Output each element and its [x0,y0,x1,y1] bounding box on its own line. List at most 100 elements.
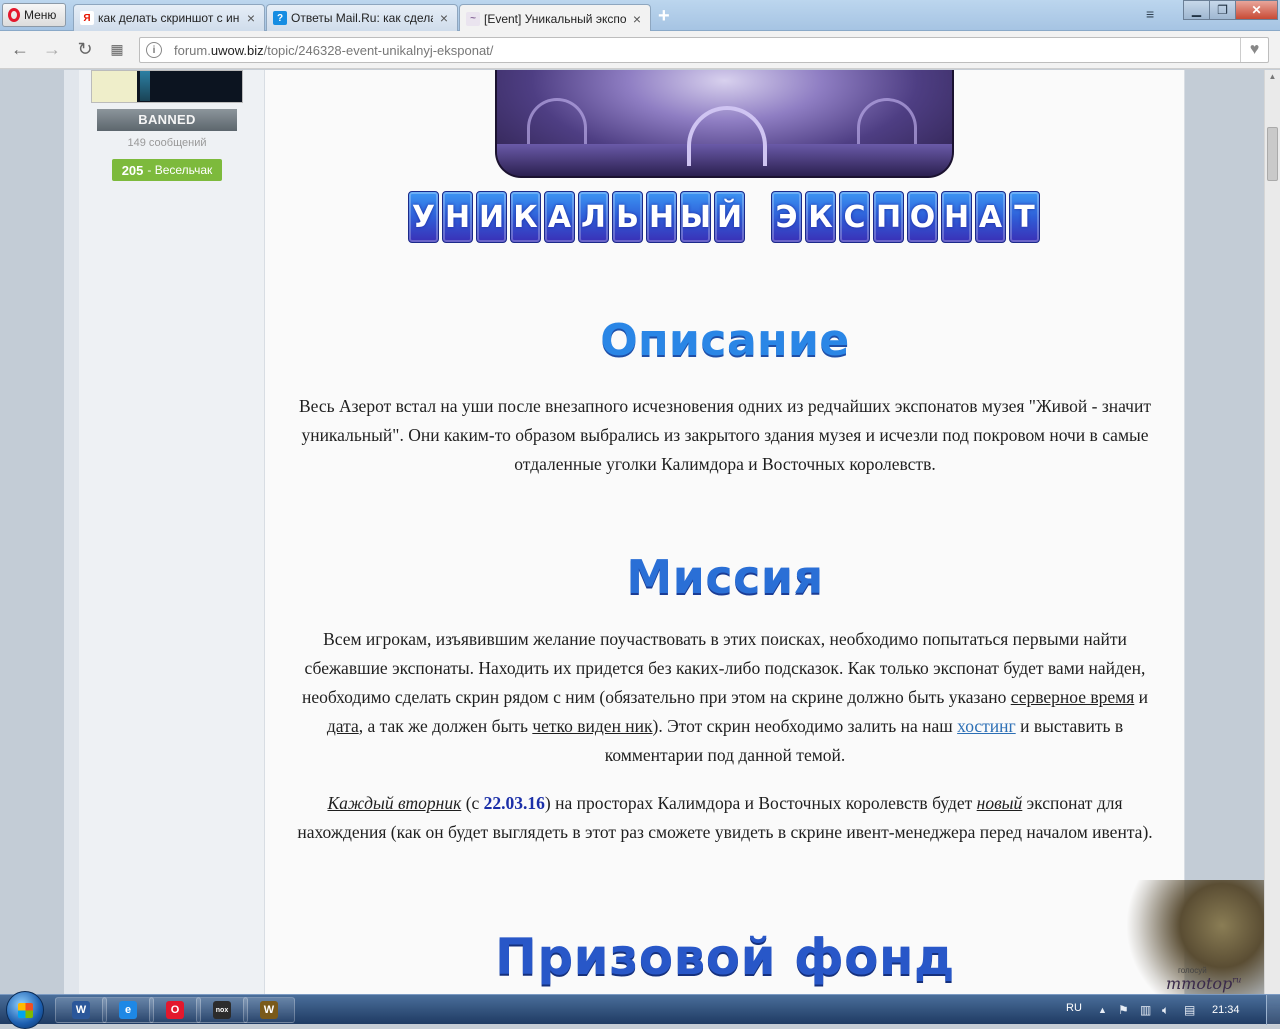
bookmark-heart-icon[interactable]: ♥ [1240,38,1268,62]
site-info-icon[interactable]: i [146,42,162,58]
scrollbar-thumb[interactable] [1267,127,1278,181]
weekly-text-part: ) на просторах Калимдора и Восточных кор… [544,793,977,813]
mmotop-logo-mark: ru [1232,975,1242,985]
title-letter-tile: У [408,191,439,243]
tab-close-icon[interactable]: × [630,11,644,27]
tab-yandex[interactable]: Я как делать скриншот с ин × [73,4,265,31]
tab-list-icon[interactable]: ≡ [1146,6,1154,22]
language-indicator[interactable]: RU [1066,1002,1082,1014]
address-toolbar: ← → ↻ ▦ i forum.uwow.biz/topic/246328-ev… [0,31,1280,69]
reputation-value: 205 [121,162,144,178]
network-icon[interactable]: ▥ [1140,1003,1151,1017]
banner-gate [687,106,767,166]
speed-dial-grid-icon[interactable]: ▦ [107,41,127,58]
title-letter-tile: Н [941,191,972,243]
forward-arrow-icon[interactable]: → [42,39,62,60]
mmotop-logo: mmotopru [1166,974,1241,993]
wow-icon: W [260,1001,278,1019]
volume-icon[interactable]: 🔈︎ [1162,1003,1169,1018]
tab-mail-answers[interactable]: ? Ответы Mail.Ru: как сдела × [266,4,458,31]
every-tuesday-underlined: Каждый вторник [327,793,462,813]
back-arrow-icon[interactable]: ← [10,39,30,60]
start-date: 22.03.16 [483,793,545,813]
web-page: BANNED 149 сообщений 205 - Весельчак УНИ… [0,70,1264,994]
title-letter-tile: Ы [680,191,711,243]
post-content: УНИКАЛЬНЫЙЭКСПОНАТ Описание Весь Азерот … [265,70,1185,994]
opera-logo-icon [8,8,20,22]
tray-expand-arrow-icon[interactable]: ▲ [1098,1005,1107,1015]
tab-event-active[interactable]: ~ [Event] Уникальный экспо × [459,4,651,32]
title-letter-tile: П [873,191,904,243]
address-bar[interactable]: i forum.uwow.biz/topic/246328-event-unik… [139,37,1269,63]
title-letter-tile: Н [442,191,473,243]
system-clock[interactable]: 21:34 [1212,1004,1240,1016]
reputation-badge[interactable]: 205 - Весельчак [112,159,222,181]
taskbar-app-nox[interactable]: nox [196,997,248,1023]
hosting-link[interactable]: хостинг [957,716,1016,736]
start-button[interactable] [6,991,44,1029]
post-count: 149 сообщений [127,137,207,149]
reload-icon[interactable]: ↻ [75,39,95,60]
keyboard-icon[interactable]: ▤ [1184,1003,1195,1017]
title-letter-tile: Л [578,191,609,243]
maximize-button[interactable]: ❐ [1209,0,1236,20]
url-text[interactable]: forum.uwow.biz/topic/246328-event-unikal… [174,43,493,58]
tab-title: Ответы Mail.Ru: как сдела [291,11,433,25]
url-path: /topic/246328-event-unikalnyj-eksponat/ [263,42,494,58]
show-desktop-button[interactable] [1266,995,1280,1025]
mission-text-part: и [1134,687,1149,707]
scroll-up-arrow-icon[interactable]: ▲ [1265,72,1280,81]
minimize-button[interactable]: ▁ [1183,0,1210,20]
url-domain: uwow.biz [210,42,264,58]
author-sidebar [79,70,265,994]
event-title-banner: УНИКАЛЬНЫЙЭКСПОНАТ [408,191,1040,243]
action-center-flag-icon[interactable]: ⚑ [1118,1003,1129,1017]
user-avatar[interactable] [91,70,243,103]
taskbar-app-word[interactable]: W [55,997,107,1023]
title-letter-tile: Н [646,191,677,243]
event-banner-image [495,70,954,178]
title-letter-tile: К [510,191,541,243]
reputation-title: - Весельчак [147,163,213,177]
prize-fund-heading: Призовой фонд [495,928,955,986]
mission-text-part: , а так же должен быть [358,716,533,736]
title-letter-tile: С [839,191,870,243]
windows-taskbar: We Onox W RU ▲ ⚑ ▥ 🔈︎ ▤ 21:34 [0,991,1280,1029]
page-scrollbar[interactable]: ▲ [1264,70,1280,994]
mmotop-logo-text: mmotop [1166,974,1233,993]
tab-close-icon[interactable]: × [244,10,258,26]
mmotop-vote-widget[interactable]: голосуй mmotopru [1124,880,1264,994]
opera-menu-button[interactable]: Меню [2,3,66,27]
page-background-right [1185,70,1264,994]
taskbar-app-ie[interactable]: e [102,997,154,1023]
title-letter-tile: Ь [612,191,643,243]
uwow-favicon-icon: ~ [466,11,480,26]
mission-heading: Миссия [626,550,824,604]
yandex-favicon-icon: Я [80,11,94,25]
mail-answers-favicon-icon: ? [273,11,287,25]
new-tab-plus-icon[interactable]: + [658,5,670,28]
tab-title: [Event] Уникальный экспо [484,11,626,26]
tab-strip: Меню Я как делать скриншот с ин × ? Отве… [0,0,1280,32]
tab-title: как делать скриншот с ин [98,11,240,25]
description-text: Весь Азерот встал на уши после внезапног… [299,396,1151,474]
nick-visible-underlined: четко виден ник [532,716,653,736]
taskbar-app-wow[interactable]: W [243,997,295,1023]
tab-close-icon[interactable]: × [437,10,451,26]
title-letter-tile: Э [771,191,802,243]
nox-icon: nox [213,1001,231,1019]
title-letter-tile: К [805,191,836,243]
word-icon: W [72,1001,90,1019]
menu-label: Меню [24,8,57,22]
ie-icon: e [119,1001,137,1019]
weekly-text-part: (с [461,793,484,813]
title-letter-tile: Й [714,191,745,243]
banned-badge: BANNED [97,109,237,131]
taskbar-app-opera[interactable]: O [149,997,201,1023]
title-letter-tile: А [544,191,575,243]
url-prefix: forum. [174,42,211,58]
title-letter-tile: О [907,191,938,243]
date-underlined: дата [326,716,359,736]
title-letter-tile: А [975,191,1006,243]
close-window-button[interactable]: ✕ [1235,0,1278,20]
